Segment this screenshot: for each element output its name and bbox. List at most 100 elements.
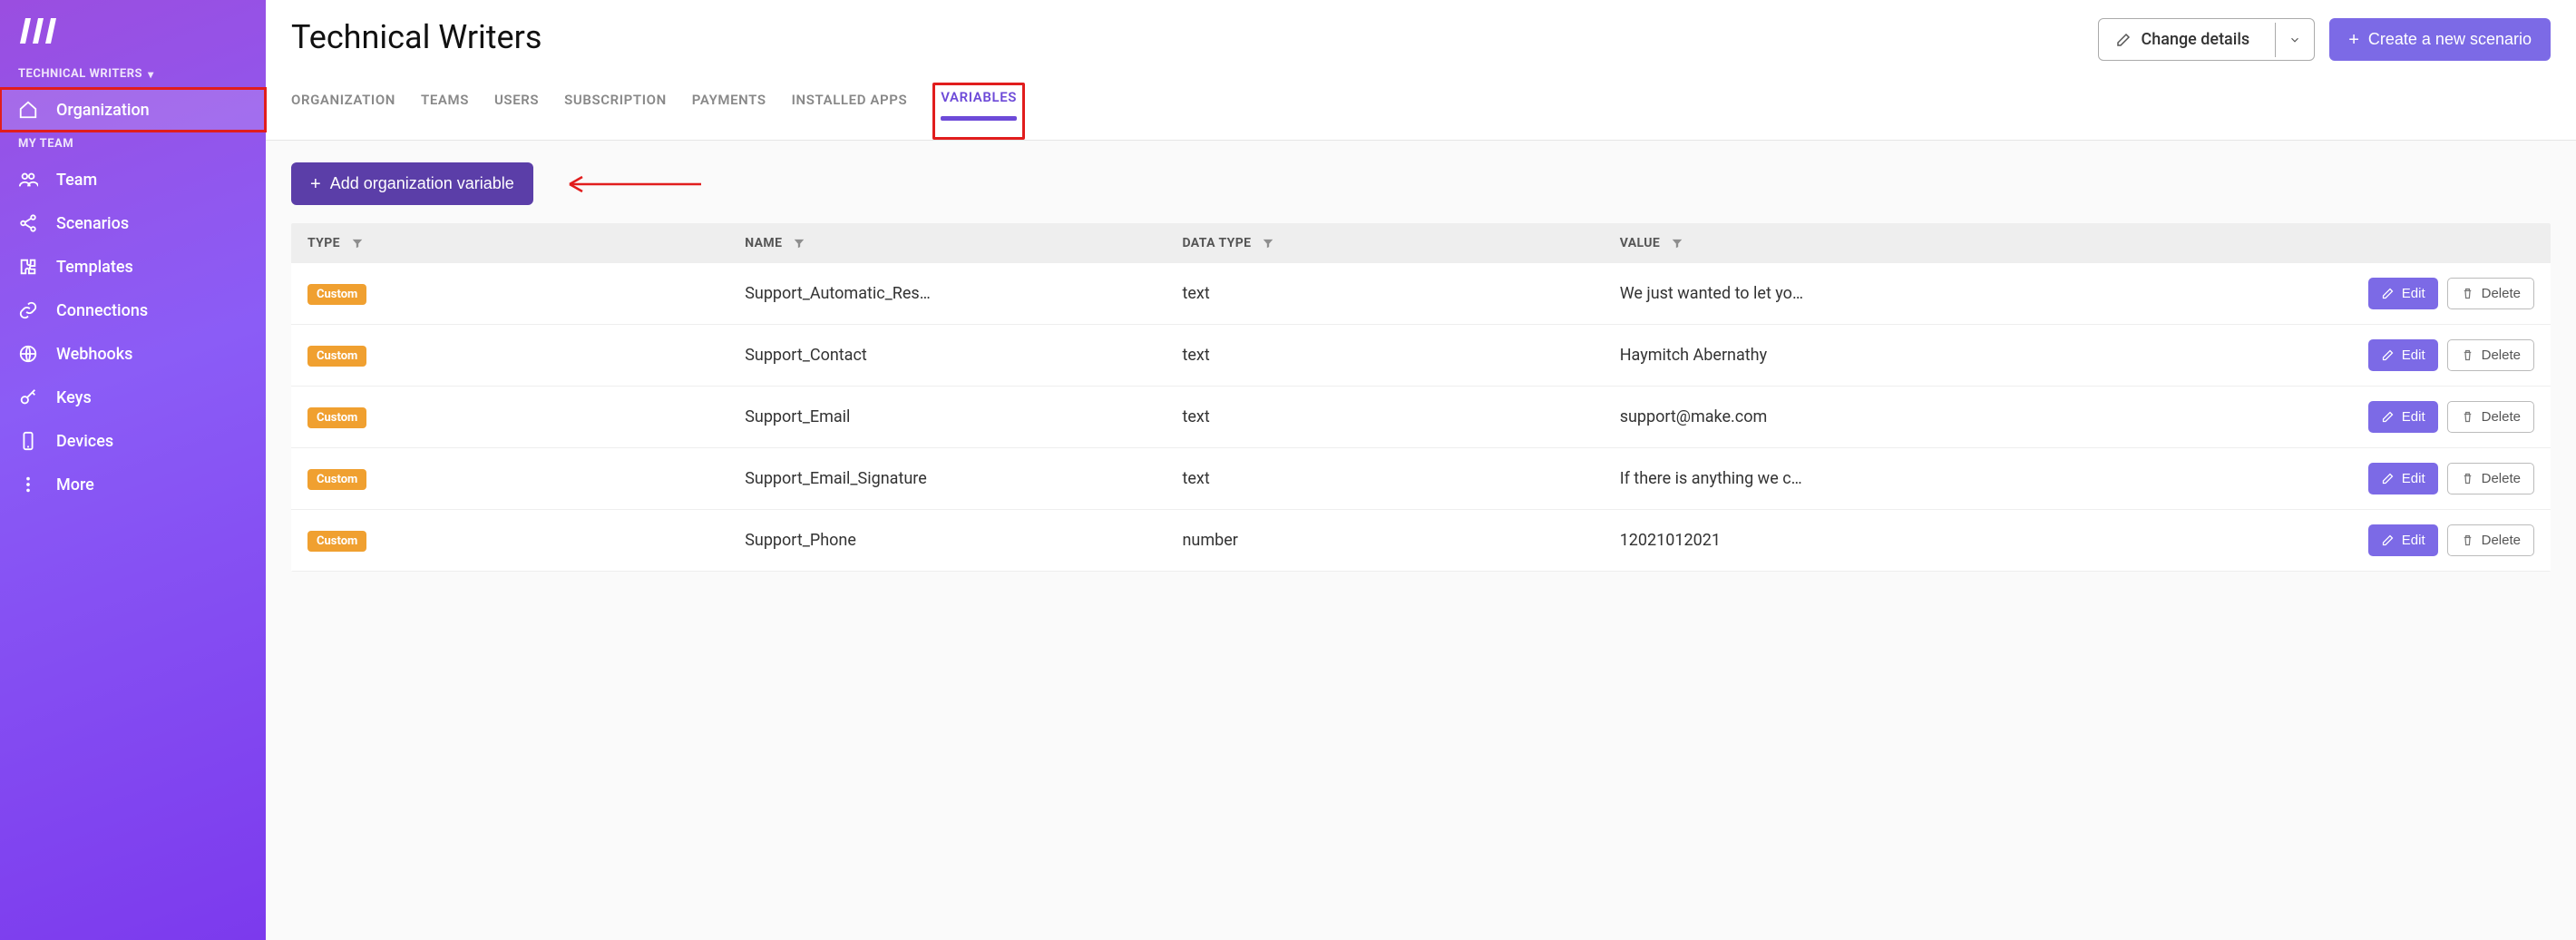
puzzle-icon bbox=[18, 257, 38, 277]
cell-datatype: text bbox=[1182, 346, 1619, 365]
filter-icon bbox=[1262, 237, 1274, 250]
delete-button[interactable]: Delete bbox=[2447, 401, 2534, 433]
delete-label: Delete bbox=[2482, 471, 2521, 486]
chevron-down-icon: ▾ bbox=[148, 68, 154, 81]
app-logo bbox=[0, 11, 266, 62]
cell-name: Support_Phone bbox=[745, 531, 1182, 550]
sidebar-item-devices[interactable]: Devices bbox=[0, 419, 266, 463]
delete-label: Delete bbox=[2482, 409, 2521, 425]
home-icon bbox=[18, 100, 38, 120]
type-badge: Custom bbox=[307, 407, 366, 428]
cell-name: Support_Email bbox=[745, 407, 1182, 426]
edit-label: Edit bbox=[2402, 471, 2425, 486]
edit-button[interactable]: Edit bbox=[2368, 524, 2438, 556]
tab-users[interactable]: USERS bbox=[494, 92, 539, 140]
add-variable-label: Add organization variable bbox=[330, 174, 514, 193]
cell-value: support@make.com bbox=[1620, 407, 2177, 426]
tab-subscription[interactable]: SUBSCRIPTION bbox=[564, 92, 667, 140]
table-row: Custom Support_Email text support@make.c… bbox=[291, 387, 2551, 448]
cell-name: Support_Contact bbox=[745, 346, 1182, 365]
edit-button[interactable]: Edit bbox=[2368, 278, 2438, 309]
delete-button[interactable]: Delete bbox=[2447, 463, 2534, 494]
sidebar-item-label: Scenarios bbox=[56, 214, 129, 233]
change-details-dropdown[interactable] bbox=[2275, 23, 2314, 57]
col-type[interactable]: TYPE bbox=[307, 236, 745, 250]
cell-datatype: text bbox=[1182, 284, 1619, 303]
tab-variables[interactable]: VARIABLES bbox=[941, 89, 1017, 137]
sidebar-item-label: Organization bbox=[56, 101, 150, 120]
table-row: Custom Support_Automatic_Res… text We ju… bbox=[291, 263, 2551, 325]
sidebar-item-webhooks[interactable]: Webhooks bbox=[0, 332, 266, 376]
sidebar-item-templates[interactable]: Templates bbox=[0, 245, 266, 289]
filter-icon bbox=[1671, 237, 1683, 250]
tab-organization[interactable]: ORGANIZATION bbox=[291, 92, 395, 140]
cell-value: If there is anything we c… bbox=[1620, 469, 2177, 488]
create-scenario-button[interactable]: + Create a new scenario bbox=[2329, 18, 2551, 61]
sidebar-item-label: Webhooks bbox=[56, 345, 132, 364]
edit-label: Edit bbox=[2402, 286, 2425, 301]
sidebar-item-label: Keys bbox=[56, 388, 92, 407]
cell-datatype: number bbox=[1182, 531, 1619, 550]
link-icon bbox=[18, 300, 38, 320]
table-row: Custom Support_Contact text Haymitch Abe… bbox=[291, 325, 2551, 387]
type-badge: Custom bbox=[307, 469, 366, 490]
variables-table: TYPE NAME DATA TYPE VALUE bbox=[291, 223, 2551, 572]
sidebar-item-more[interactable]: More bbox=[0, 463, 266, 506]
my-team-label: MY TEAM bbox=[0, 132, 266, 158]
sidebar-item-team[interactable]: Team bbox=[0, 158, 266, 201]
edit-icon bbox=[2115, 32, 2132, 48]
edit-button[interactable]: Edit bbox=[2368, 463, 2438, 494]
cell-name: Support_Automatic_Res… bbox=[745, 284, 1182, 303]
add-organization-variable-button[interactable]: + Add organization variable bbox=[291, 162, 533, 205]
tab-payments[interactable]: PAYMENTS bbox=[692, 92, 766, 140]
cell-value: 12021012021 bbox=[1620, 531, 2177, 550]
type-badge: Custom bbox=[307, 346, 366, 367]
delete-label: Delete bbox=[2482, 348, 2521, 363]
delete-button[interactable]: Delete bbox=[2447, 278, 2534, 309]
col-datatype[interactable]: DATA TYPE bbox=[1182, 236, 1619, 250]
sidebar-item-connections[interactable]: Connections bbox=[0, 289, 266, 332]
annotation-arrow bbox=[561, 171, 706, 197]
cell-value: We just wanted to let yo… bbox=[1620, 284, 2177, 303]
key-icon bbox=[18, 387, 38, 407]
type-badge: Custom bbox=[307, 284, 366, 305]
change-details-button[interactable]: Change details bbox=[2098, 18, 2315, 61]
table-row: Custom Support_Phone number 12021012021 … bbox=[291, 510, 2551, 572]
dots-icon bbox=[18, 475, 38, 494]
edit-label: Edit bbox=[2402, 348, 2425, 363]
phone-icon bbox=[18, 431, 38, 451]
col-name[interactable]: NAME bbox=[745, 236, 1182, 250]
edit-button[interactable]: Edit bbox=[2368, 339, 2438, 371]
sidebar-item-label: Templates bbox=[56, 258, 133, 277]
table-row: Custom Support_Email_Signature text If t… bbox=[291, 448, 2551, 510]
sidebar-item-label: Team bbox=[56, 171, 97, 190]
page-title: Technical Writers bbox=[291, 18, 542, 56]
delete-button[interactable]: Delete bbox=[2447, 339, 2534, 371]
edit-label: Edit bbox=[2402, 533, 2425, 548]
create-scenario-label: Create a new scenario bbox=[2368, 30, 2532, 49]
sidebar-item-scenarios[interactable]: Scenarios bbox=[0, 201, 266, 245]
filter-icon bbox=[793, 237, 805, 250]
delete-button[interactable]: Delete bbox=[2447, 524, 2534, 556]
col-value[interactable]: VALUE bbox=[1620, 236, 2177, 250]
cell-name: Support_Email_Signature bbox=[745, 469, 1182, 488]
cell-value: Haymitch Abernathy bbox=[1620, 346, 2177, 365]
users-icon bbox=[18, 170, 38, 190]
cell-datatype: text bbox=[1182, 469, 1619, 488]
plus-icon: + bbox=[310, 175, 321, 193]
sidebar-item-keys[interactable]: Keys bbox=[0, 376, 266, 419]
chevron-down-icon bbox=[2288, 34, 2301, 46]
delete-label: Delete bbox=[2482, 533, 2521, 548]
plus-icon: + bbox=[2348, 31, 2359, 49]
edit-label: Edit bbox=[2402, 409, 2425, 425]
sidebar-item-label: More bbox=[56, 475, 94, 494]
edit-button[interactable]: Edit bbox=[2368, 401, 2438, 433]
cell-datatype: text bbox=[1182, 407, 1619, 426]
org-switcher[interactable]: TECHNICAL WRITERS ▾ bbox=[0, 62, 266, 88]
change-details-label: Change details bbox=[2141, 30, 2249, 49]
tab-installed-apps[interactable]: INSTALLED APPS bbox=[792, 92, 908, 140]
tabs: ORGANIZATION TEAMS USERS SUBSCRIPTION PA… bbox=[266, 61, 2576, 141]
tab-teams[interactable]: TEAMS bbox=[421, 92, 469, 140]
type-badge: Custom bbox=[307, 531, 366, 552]
sidebar-item-organization[interactable]: Organization bbox=[0, 88, 266, 132]
